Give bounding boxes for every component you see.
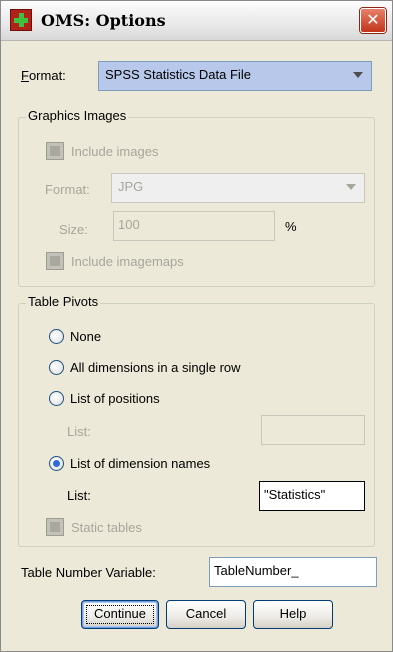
oms-options-dialog: OMS: Options ✕ Format: SPSS Statistics D… (0, 0, 393, 652)
spss-app-icon (10, 9, 32, 31)
help-button[interactable]: Help (253, 600, 333, 629)
positions-list-field[interactable] (261, 415, 365, 445)
table-number-field[interactable]: TableNumber_ (209, 557, 377, 587)
cancel-button-label: Cancel (185, 606, 227, 621)
pivot-single-row-label[interactable]: All dimensions in a single row (70, 360, 241, 375)
size-field[interactable]: 100 (113, 211, 275, 241)
include-imagemaps-checkbox[interactable] (46, 252, 64, 270)
size-unit: % (285, 219, 297, 234)
continue-button[interactable]: Continue (81, 600, 159, 629)
title-bar[interactable]: OMS: Options ✕ (1, 1, 392, 41)
include-images-label: Include images (71, 144, 159, 159)
close-button[interactable]: ✕ (360, 8, 386, 33)
positions-list-label: List: (67, 424, 91, 439)
pivot-dimension-names-label[interactable]: List of dimension names (70, 456, 210, 471)
graphics-format-select[interactable]: JPG (111, 173, 365, 203)
cancel-button[interactable]: Cancel (166, 600, 246, 629)
table-number-label: Table Number Variable: (21, 565, 156, 580)
pivot-single-row-radio[interactable] (49, 360, 64, 375)
help-button-label: Help (279, 606, 307, 621)
include-imagemaps-label: Include imagemaps (71, 254, 184, 269)
close-icon: ✕ (366, 10, 380, 29)
graphics-format-value: JPG (118, 179, 144, 194)
format-label: Format: (21, 68, 66, 83)
names-list-field[interactable]: "Statistics" (259, 481, 365, 511)
names-list-label: List: (67, 488, 91, 503)
size-label: Size: (59, 222, 88, 237)
window-title: OMS: Options (41, 11, 166, 30)
pivot-none-radio[interactable] (49, 329, 64, 344)
table-pivots-legend: Table Pivots (26, 294, 101, 309)
chevron-down-icon (346, 184, 356, 190)
graphics-format-label: Format: (45, 182, 90, 197)
include-images-checkbox[interactable] (46, 142, 64, 160)
format-select-value: SPSS Statistics Data File (105, 67, 251, 82)
pivot-dimension-names-radio[interactable] (49, 456, 64, 471)
pivot-positions-radio[interactable] (49, 391, 64, 406)
pivot-positions-label[interactable]: List of positions (70, 391, 160, 406)
chevron-down-icon (353, 72, 363, 78)
format-select[interactable]: SPSS Statistics Data File (98, 61, 372, 91)
static-tables-checkbox[interactable] (46, 518, 64, 536)
graphics-images-legend: Graphics Images (26, 108, 129, 123)
pivot-none-label[interactable]: None (70, 329, 101, 344)
static-tables-label: Static tables (71, 520, 142, 535)
